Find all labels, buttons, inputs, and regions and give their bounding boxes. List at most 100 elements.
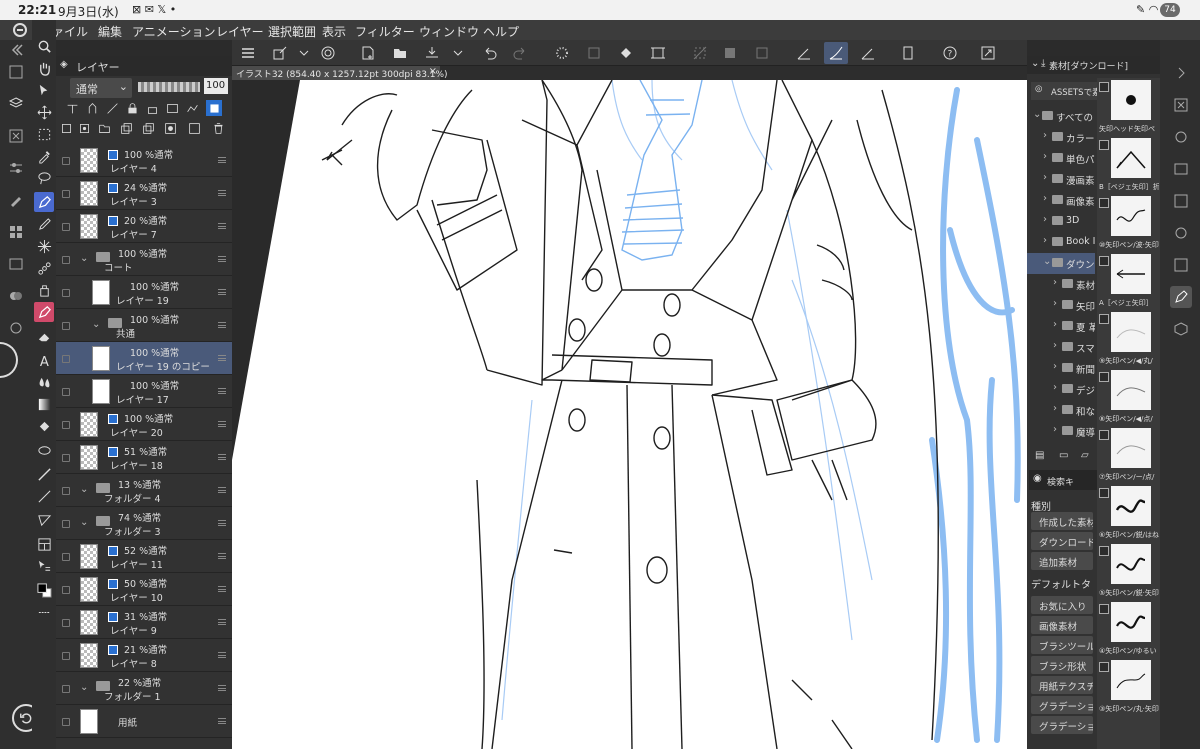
material-tree-item[interactable]: › 素材 (1027, 274, 1095, 295)
layer-row[interactable]: 100 %通常 レイヤー 19 (56, 276, 232, 309)
save-icon[interactable] (420, 42, 444, 64)
drag-handle-icon[interactable] (218, 685, 226, 691)
visibility-checkbox[interactable] (62, 157, 70, 165)
chevron-right-icon[interactable]: › (1053, 298, 1057, 309)
material-checkbox[interactable] (1099, 140, 1109, 150)
loading-icon[interactable] (550, 42, 574, 64)
material-tree-item[interactable]: › カラー (1027, 127, 1095, 148)
material-thumbnail[interactable]: ③矢印ペン/丸·矢印 (1099, 660, 1159, 718)
tag-button[interactable]: グラデーショ (1031, 696, 1093, 714)
tag-button[interactable]: お気に入り (1031, 596, 1093, 614)
visibility-checkbox[interactable] (62, 619, 70, 627)
chevron-right-icon[interactable]: › (1043, 235, 1047, 246)
drag-handle-icon[interactable] (218, 487, 226, 493)
material-checkbox[interactable] (1099, 662, 1109, 672)
layer-row[interactable]: 24 %通常 レイヤー 3 (56, 177, 232, 210)
visibility-checkbox[interactable] (62, 454, 70, 462)
new-file-icon[interactable] (356, 42, 380, 64)
material-tree-item[interactable]: ⌄ ダウン (1027, 253, 1095, 274)
layer-folder-row[interactable]: ⌄ 74 %通常 フォルダー 3 (56, 507, 232, 540)
material-thumbnail[interactable]: 矢印ヘッド矢印ペ (1099, 80, 1159, 138)
app-logo-icon[interactable] (12, 22, 28, 38)
visibility-checkbox[interactable] (62, 256, 70, 264)
menu-view[interactable]: 表示 (322, 23, 346, 40)
chevron-right-icon[interactable]: › (1053, 382, 1057, 393)
draft-layer-icon[interactable] (104, 100, 120, 116)
duplicate-layer-icon[interactable] (118, 120, 134, 136)
color-icon[interactable] (6, 286, 26, 306)
visibility-checkbox[interactable] (62, 652, 70, 660)
visibility-checkbox[interactable] (62, 586, 70, 594)
material-tree-item[interactable]: › 画像素 (1027, 190, 1095, 211)
material-checkbox[interactable] (1099, 256, 1109, 266)
chevron-right-icon[interactable]: › (1053, 424, 1057, 435)
chevron-right-icon[interactable]: › (1043, 151, 1047, 162)
drag-handle-icon[interactable] (218, 520, 226, 526)
drawing-canvas[interactable] (232, 80, 1027, 749)
tag-button[interactable]: 画像素材 (1031, 616, 1093, 634)
object-select-icon[interactable] (34, 80, 54, 100)
layer-row[interactable]: 20 %通常 レイヤー 7 (56, 210, 232, 243)
material-3d-icon[interactable] (1170, 318, 1192, 340)
history-icon[interactable] (1170, 222, 1192, 244)
selection-border-icon[interactable] (750, 42, 774, 64)
open-file-icon[interactable] (388, 42, 412, 64)
new-folder-icon[interactable] (96, 120, 112, 136)
lock-transparent-icon[interactable] (144, 100, 160, 116)
chevron-right-icon[interactable]: › (1043, 172, 1047, 183)
drag-handle-icon[interactable] (218, 190, 226, 196)
material-thumbnail[interactable]: A［ベジェ矢印］ (1099, 254, 1159, 312)
hand-tool-icon[interactable] (34, 58, 54, 78)
material-tree-item[interactable]: › 3D (1027, 211, 1095, 232)
redo-icon[interactable] (508, 42, 532, 64)
visibility-checkbox[interactable] (62, 223, 70, 231)
menu-layer[interactable]: レイヤー (216, 23, 264, 40)
ruler-snap-icon[interactable] (792, 42, 816, 64)
merge-down-icon[interactable] (140, 120, 156, 136)
material-thumbnail[interactable]: ⑨矢印ペン/◀/丸/ (1099, 312, 1159, 370)
chevron-right-icon[interactable]: › (1043, 193, 1047, 204)
layer-folder-row[interactable]: ⌄ 13 %通常 フォルダー 4 (56, 474, 232, 507)
layer-folder-row[interactable]: ⌄ 100 %通常 共通 (56, 309, 232, 342)
chevron-right-icon[interactable]: › (1043, 214, 1047, 225)
material-tree-item[interactable]: › デジ (1027, 379, 1095, 400)
drag-handle-icon[interactable] (218, 355, 226, 361)
move-tool-icon[interactable] (34, 102, 54, 122)
expand-icon[interactable] (1170, 62, 1192, 84)
grid-snap-icon[interactable] (856, 42, 880, 64)
edit-icon[interactable] (268, 42, 292, 64)
drag-handle-icon[interactable] (218, 718, 226, 724)
chevron-right-icon[interactable]: › (1053, 277, 1057, 288)
pen-tool-icon[interactable] (34, 192, 54, 212)
layer-color-icon[interactable] (206, 100, 222, 116)
drag-handle-icon[interactable] (218, 289, 226, 295)
chevron-right-icon[interactable]: › (1053, 403, 1057, 414)
visibility-checkbox[interactable] (62, 487, 70, 495)
auto-action-icon[interactable] (1170, 254, 1192, 276)
layers-dock-icon[interactable] (6, 94, 26, 114)
material-checkbox[interactable] (1099, 430, 1109, 440)
marquee-tool-icon[interactable] (34, 124, 54, 144)
opacity-value[interactable]: 100 (204, 78, 228, 94)
fill-icon[interactable] (614, 42, 638, 64)
folder-icon[interactable]: ▤ (1035, 450, 1044, 461)
material-filter-button[interactable]: 追加素材 (1031, 552, 1093, 570)
material-filter-button[interactable]: ダウンロード (1031, 532, 1093, 550)
special-ruler-snap-icon[interactable] (824, 42, 848, 64)
menu-filter[interactable]: フィルター (355, 23, 415, 40)
fill-tool-icon[interactable] (34, 416, 54, 436)
invert-selection-icon[interactable] (718, 42, 742, 64)
history-icon[interactable] (6, 318, 26, 338)
collapse-icon[interactable] (6, 40, 26, 60)
material-tree-item[interactable]: › Book I (1027, 232, 1095, 253)
drag-handle-icon[interactable] (218, 421, 226, 427)
sliders-icon[interactable] (6, 158, 26, 178)
layer-row[interactable]: 100 %通常 レイヤー 4 (56, 144, 232, 177)
material-checkbox[interactable] (1099, 546, 1109, 556)
chevron-right-icon[interactable]: › (1043, 130, 1047, 141)
chevron-down-icon[interactable] (292, 42, 316, 64)
visibility-checkbox[interactable] (62, 718, 70, 726)
frame-tool-icon[interactable] (34, 534, 54, 554)
visibility-checkbox[interactable] (62, 685, 70, 693)
visibility-checkbox[interactable] (62, 190, 70, 198)
